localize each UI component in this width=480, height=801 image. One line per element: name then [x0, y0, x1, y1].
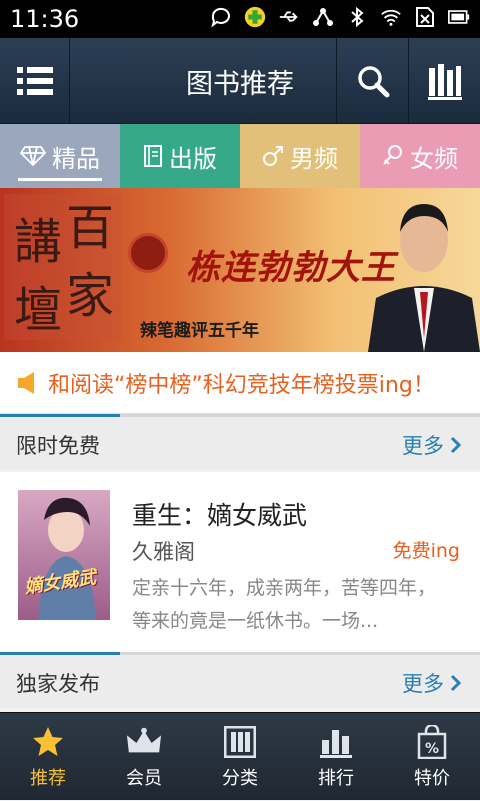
tab-female[interactable]: 女频 [360, 124, 480, 188]
discount-bag-icon: % [417, 725, 447, 759]
nav-member[interactable]: 会员 [96, 713, 192, 801]
more-button[interactable]: 更多 [402, 668, 462, 698]
share-icon [312, 6, 334, 28]
section-header-exclusive: 独家发布 更多 [0, 652, 480, 708]
svg-text:百: 百 [66, 200, 114, 256]
tab-label: 出版 [169, 144, 217, 173]
star-icon [33, 727, 63, 756]
section-title: 限时免费 [16, 434, 100, 458]
app-header: 图书推荐 [0, 38, 480, 124]
tab-label: 精品 [52, 144, 100, 173]
book-description: 定亲十六年，成亲两年，苦等四年，等来的竟是一纸休书。一场... [132, 577, 437, 632]
nav-label: 特价 [414, 768, 450, 789]
red-seal-ornament [128, 233, 168, 273]
chevron-right-icon [450, 436, 462, 454]
speaker-icon [18, 371, 34, 394]
section-header-limited-free: 限时免费 更多 [0, 414, 480, 470]
more-label: 更多 [402, 434, 444, 458]
book-icon [144, 145, 162, 167]
banner-subtitle: 辣笔趣评五千年 [140, 321, 259, 341]
active-tab-indicator [18, 178, 102, 181]
usb-icon [278, 6, 300, 28]
chevron-right-icon [450, 674, 462, 692]
nav-ranking[interactable]: 排行 [288, 713, 384, 801]
tab-label: 男频 [290, 144, 338, 173]
svg-text:講: 講 [14, 214, 62, 270]
security-app-icon [244, 6, 266, 28]
bottom-navigation: 推荐 会员 分类 排行 % 特价 [0, 712, 480, 800]
book-title: 重生：嫡女威武 [132, 501, 308, 530]
nav-label: 排行 [318, 768, 354, 789]
nav-label: 推荐 [30, 768, 66, 789]
bookshelf-button[interactable] [408, 38, 480, 124]
free-badge: 免费ing [392, 540, 460, 562]
nav-label: 会员 [126, 768, 162, 789]
tab-label: 女频 [410, 144, 458, 173]
tab-premium[interactable]: 精品 [0, 124, 120, 188]
no-sim-icon [414, 6, 436, 28]
status-icons [210, 6, 470, 28]
nav-category[interactable]: 分类 [192, 713, 288, 801]
list-menu-icon [16, 67, 53, 95]
ranking-icon [320, 730, 352, 758]
section-divider [120, 652, 480, 655]
book-cover: 嫡女威武 [18, 490, 110, 620]
category-tabs: 精品 出版 男频 女频 [0, 124, 480, 188]
bluetooth-icon [346, 6, 368, 28]
search-icon [357, 66, 389, 98]
banner-headline: 栋连勃勃大王 [186, 248, 396, 288]
announcement-text: 和阅读“榜中榜”科幻竞技年榜投票ing！ [48, 372, 435, 398]
search-button[interactable] [336, 38, 408, 124]
nav-discount[interactable]: % 特价 [384, 713, 480, 801]
more-button[interactable]: 更多 [402, 430, 462, 460]
diamond-icon [20, 146, 46, 167]
svg-text:家: 家 [66, 268, 114, 324]
battery-icon [448, 6, 470, 28]
cover-illustration [38, 497, 96, 620]
section-divider [120, 414, 480, 417]
section-title: 独家发布 [16, 672, 100, 696]
female-icon [383, 145, 402, 165]
male-icon [263, 146, 283, 166]
lecturer-portrait [368, 204, 480, 352]
book-author: 久雅阁 [132, 540, 195, 564]
promo-banner[interactable]: 講 百 壇 家 栋连勃勃大王 辣笔趣评五千年 [0, 188, 480, 352]
svg-text:%: % [425, 741, 439, 757]
announcement-bar[interactable]: 和阅读“榜中榜”科幻竞技年榜投票ing！ [0, 352, 480, 414]
status-time: 11:36 [10, 5, 80, 33]
tab-published[interactable]: 出版 [120, 124, 240, 188]
nav-recommend[interactable]: 推荐 [0, 713, 96, 801]
tab-male[interactable]: 男频 [240, 124, 360, 188]
chat-notification-icon [210, 6, 232, 28]
book-list-item[interactable]: 嫡女威武 重生：嫡女威武 久雅阁 免费ing 定亲十六年，成亲两年，苦等四年，等… [0, 472, 480, 652]
baijia-jiangtan-logo: 講 百 壇 家 [4, 194, 122, 340]
wifi-icon [380, 6, 402, 28]
menu-button[interactable] [0, 38, 70, 124]
category-icon [224, 726, 256, 758]
more-label: 更多 [402, 672, 444, 696]
svg-text:壇: 壇 [14, 282, 62, 338]
bookshelf-icon [427, 64, 462, 100]
crown-icon [126, 727, 162, 753]
nav-label: 分类 [222, 768, 258, 789]
status-bar: 11:36 [0, 0, 480, 38]
